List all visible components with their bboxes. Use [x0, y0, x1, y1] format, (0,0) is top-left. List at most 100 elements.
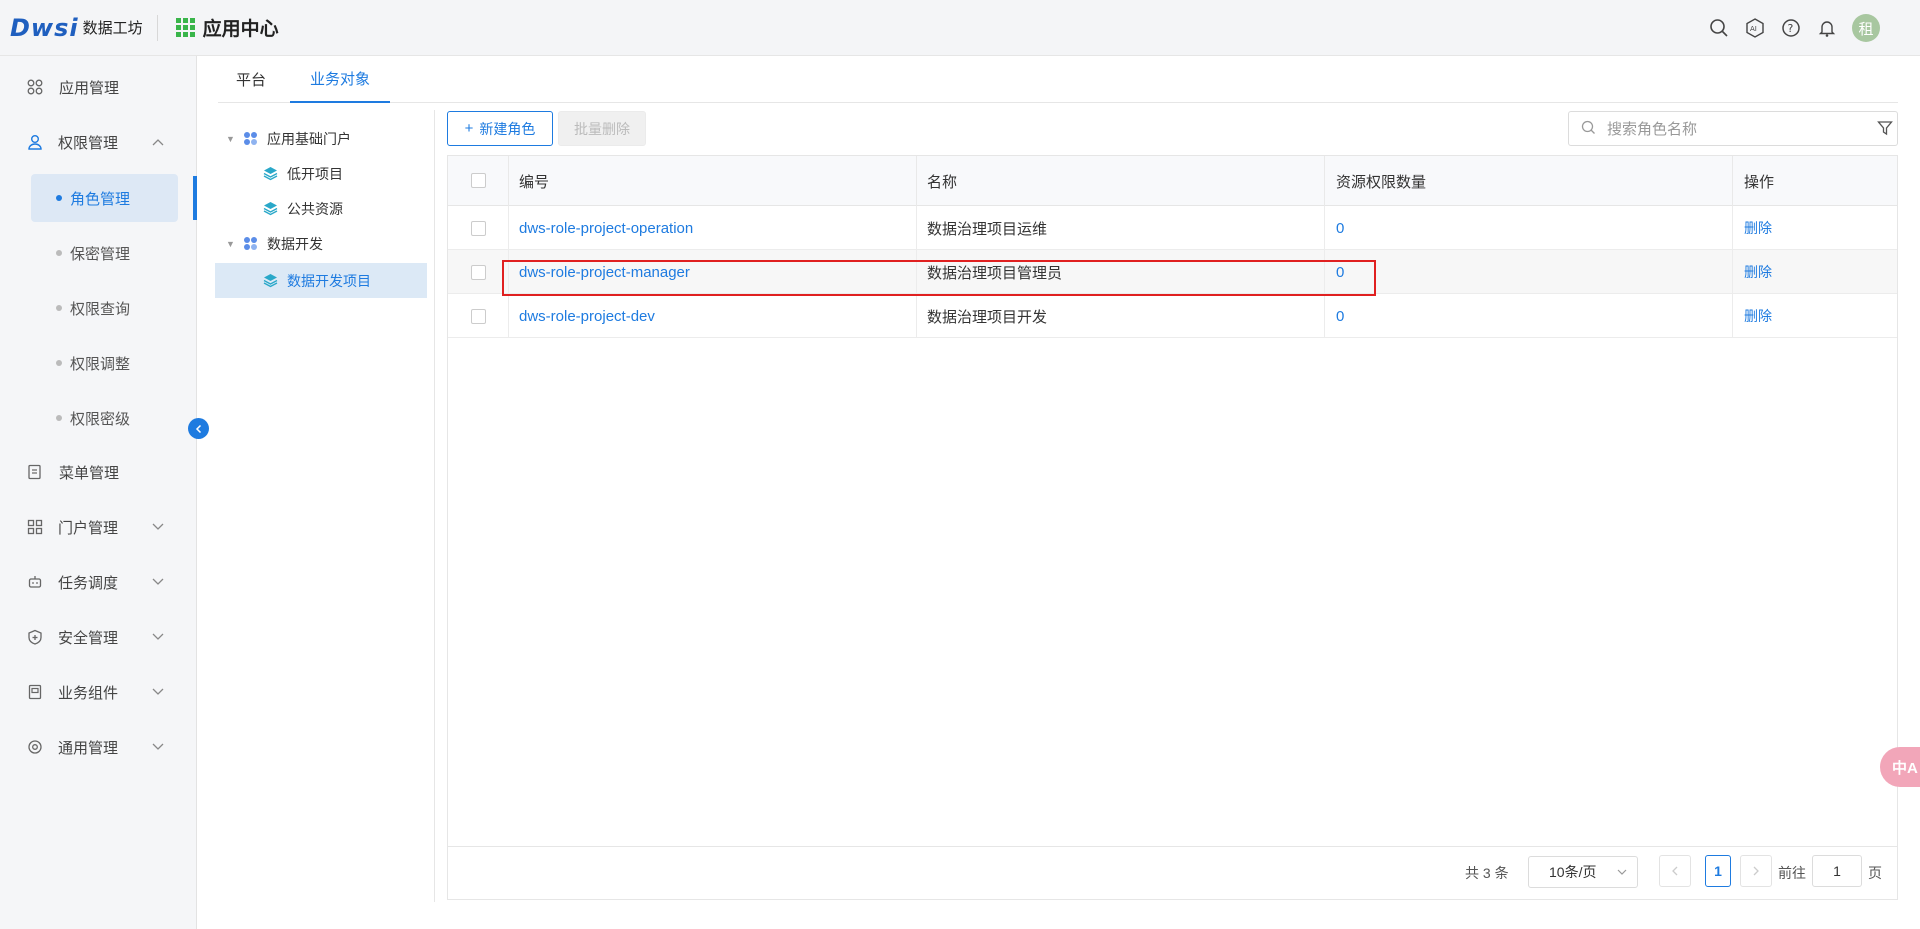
page-number-current[interactable]: 1: [1705, 855, 1731, 887]
logo[interactable]: Dwsi 数据工坊: [10, 0, 143, 56]
sidebar-subitem-permission-level[interactable]: 权限密级: [31, 394, 178, 442]
tab-platform[interactable]: 平台: [236, 56, 266, 103]
sidebar-subitem-label: 权限查询: [70, 300, 131, 318]
sidebar-item-menu-management[interactable]: 菜单管理: [0, 452, 197, 492]
sidebar: 应用管理 权限管理 角色管理 保密管理 权限查询 权限调整 权限密级 菜单管理: [0, 56, 197, 929]
logo-mark: Dwsi: [10, 13, 79, 42]
bell-icon[interactable]: [1816, 17, 1838, 39]
svg-text:?: ?: [1788, 22, 1794, 35]
prev-page-button[interactable]: [1659, 855, 1691, 887]
tree-node-data-dev-project[interactable]: 数据开发项目: [215, 263, 427, 298]
tree-node-app-portal[interactable]: ▼ 应用基础门户: [215, 121, 427, 156]
caret-down-icon[interactable]: ▼: [226, 134, 235, 144]
ai-icon[interactable]: AI: [1744, 17, 1766, 39]
column-header-name[interactable]: 名称: [916, 156, 1324, 206]
robot-icon: [26, 573, 44, 591]
top-bar: Dwsi 数据工坊 应用中心 AI ? 租: [0, 0, 1920, 56]
tree-node-label: 应用基础门户: [267, 130, 351, 147]
plus-icon: +: [464, 120, 474, 137]
column-header-code[interactable]: 编号: [508, 156, 916, 206]
next-page-button[interactable]: [1740, 855, 1772, 887]
sidebar-subitem-label: 保密管理: [70, 245, 131, 263]
sidebar-item-portal-management[interactable]: 门户管理: [0, 507, 197, 547]
table-row[interactable]: dws-role-project-operation 数据治理项目运维 0 删除: [448, 206, 1897, 250]
role-code-link[interactable]: dws-role-project-operation: [519, 220, 693, 237]
table-row[interactable]: dws-role-project-dev 数据治理项目开发 0 删除: [448, 294, 1897, 338]
sidebar-item-task-scheduling[interactable]: 任务调度: [0, 562, 197, 602]
sidebar-item-general-management[interactable]: 通用管理: [0, 727, 197, 767]
column-header-resource-count[interactable]: 资源权限数量: [1324, 156, 1732, 206]
sidebar-subitem-role-management[interactable]: 角色管理: [31, 174, 178, 222]
row-checkbox[interactable]: [471, 220, 486, 236]
select-all-checkbox[interactable]: [471, 173, 486, 188]
tree-node-data-development[interactable]: ▼ 数据开发: [215, 226, 427, 261]
delete-link[interactable]: 删除: [1744, 306, 1772, 326]
tree-node-label: 低开项目: [287, 165, 343, 182]
apps-icon: [26, 518, 44, 536]
goto-page-input[interactable]: 1: [1812, 855, 1862, 887]
pagination: 共 3 条 10条/页 1 前往 1 页: [448, 846, 1897, 900]
tab-business-object[interactable]: 业务对象: [290, 56, 391, 103]
sidebar-item-app-management[interactable]: 应用管理: [0, 67, 197, 107]
sidebar-subitem-permission-query[interactable]: 权限查询: [31, 284, 178, 332]
row-checkbox-cell: [448, 294, 508, 338]
tree-node-public-resources[interactable]: 公共资源: [215, 191, 427, 226]
dot-icon: [56, 415, 62, 421]
sidebar-subitem-label: 权限密级: [70, 410, 131, 428]
resource-count-link[interactable]: 0: [1336, 308, 1344, 325]
new-role-button[interactable]: + 新建角色: [447, 111, 553, 146]
group-icon: [243, 131, 258, 146]
filter-icon[interactable]: [1877, 120, 1893, 139]
help-icon[interactable]: ?: [1780, 17, 1802, 39]
sidebar-subitem-permission-adjust[interactable]: 权限调整: [31, 339, 178, 387]
svg-text:AI: AI: [1750, 25, 1757, 33]
batch-delete-button[interactable]: 批量删除: [558, 111, 646, 146]
sidebar-subitem-secrecy-management[interactable]: 保密管理: [31, 229, 178, 277]
role-code-link[interactable]: dws-role-project-manager: [519, 264, 690, 281]
translate-float-button[interactable]: 中A: [1880, 747, 1920, 787]
tab-bar: 平台 业务对象: [218, 56, 1898, 103]
sidebar-item-label: 安全管理: [58, 629, 119, 647]
resource-count-link[interactable]: 0: [1336, 264, 1344, 281]
group-icon: [243, 236, 258, 251]
search-input[interactable]: [1607, 118, 1847, 140]
gear-icon: [26, 738, 44, 756]
tree-node-lowcode-project[interactable]: 低开项目: [215, 156, 427, 191]
count-cell: 0: [1324, 294, 1732, 338]
header-checkbox-cell: [448, 156, 508, 206]
collapse-sidebar-button[interactable]: [188, 418, 209, 439]
doc-icon: [26, 463, 44, 481]
tree-node-label: 公共资源: [287, 200, 343, 217]
resource-count-link[interactable]: 0: [1336, 220, 1344, 237]
chevron-down-icon: [152, 630, 164, 644]
delete-link[interactable]: 删除: [1744, 262, 1772, 282]
action-cell: 删除: [1732, 294, 1897, 338]
app-grid-icon[interactable]: [175, 18, 195, 37]
search-icon[interactable]: [1708, 17, 1730, 39]
avatar[interactable]: 租: [1852, 14, 1880, 42]
chevron-up-icon: [152, 135, 164, 149]
search-icon: [1581, 120, 1596, 138]
shield-icon: [26, 628, 44, 646]
page-size-select[interactable]: 10条/页: [1528, 856, 1638, 888]
row-checkbox-cell: [448, 206, 508, 250]
tree-node-label: 数据开发: [267, 235, 323, 252]
active-indicator: [193, 176, 197, 220]
action-cell: 删除: [1732, 206, 1897, 250]
layers-icon: [263, 166, 278, 181]
caret-down-icon[interactable]: ▼: [226, 239, 235, 249]
role-code-link[interactable]: dws-role-project-dev: [519, 308, 655, 325]
top-actions: AI ? 租: [1708, 0, 1880, 56]
sidebar-item-business-components[interactable]: 业务组件: [0, 672, 197, 712]
table-row[interactable]: dws-role-project-manager 数据治理项目管理员 0 删除: [448, 250, 1897, 294]
row-checkbox[interactable]: [471, 264, 486, 280]
layers-icon: [263, 201, 278, 216]
row-checkbox[interactable]: [471, 308, 486, 324]
delete-link[interactable]: 删除: [1744, 218, 1772, 238]
roles-table: 编号 名称 资源权限数量 操作 dws-role-project-operati…: [447, 155, 1898, 900]
sidebar-item-security-management[interactable]: 安全管理: [0, 617, 197, 657]
sidebar-subitem-label: 权限调整: [70, 355, 131, 373]
sidebar-item-permission-management[interactable]: 权限管理: [0, 122, 197, 162]
role-search: [1568, 111, 1898, 146]
dot-icon: [56, 250, 62, 256]
